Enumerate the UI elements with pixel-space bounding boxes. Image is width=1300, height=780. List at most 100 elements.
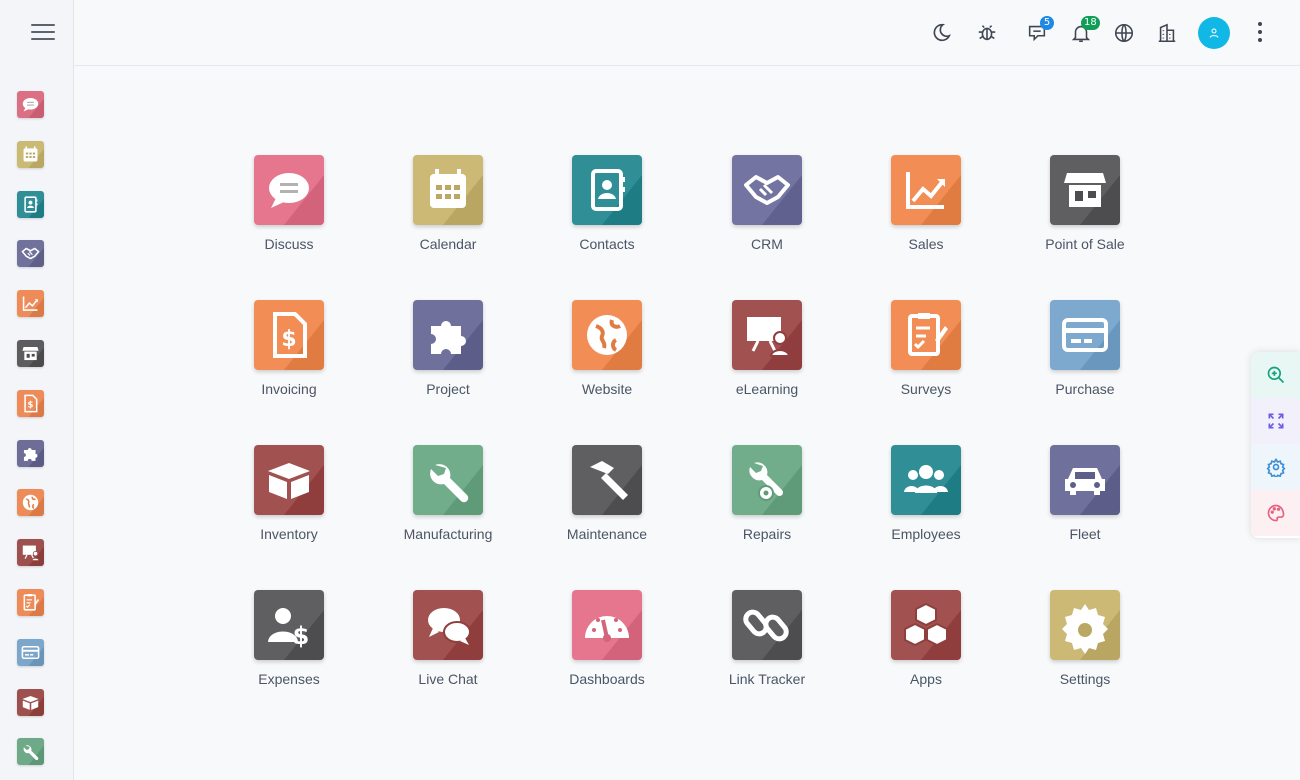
invoice-icon: $: [254, 300, 324, 370]
app-label: Website: [581, 381, 633, 397]
app-tile-point-of-sale[interactable]: Point of Sale: [1015, 155, 1155, 252]
sidebar-item-discuss[interactable]: [17, 91, 44, 118]
notifications-count-badge: 18: [1081, 16, 1100, 30]
messages-icon[interactable]: 5: [1024, 16, 1054, 46]
user-avatar[interactable]: [1198, 17, 1230, 49]
app-label: Maintenance: [566, 526, 648, 542]
app-tile-settings[interactable]: Settings: [1015, 590, 1155, 687]
box-icon: [254, 445, 324, 515]
sidebar-item-point-of-sale[interactable]: [17, 340, 44, 367]
chat-bubble-icon: [254, 155, 324, 225]
app-label: eLearning: [735, 381, 799, 397]
svg-text:$: $: [281, 327, 296, 352]
more-options-icon[interactable]: [1254, 22, 1266, 44]
sidebar-item-invoicing[interactable]: $: [17, 389, 44, 417]
menu-toggle-icon[interactable]: [31, 24, 55, 44]
app-label: Dashboards: [569, 671, 645, 687]
app-tile-calendar[interactable]: Calendar: [378, 155, 518, 252]
fullscreen-icon[interactable]: [1251, 398, 1300, 444]
presentation-icon: [732, 300, 802, 370]
app-label: Expenses: [258, 671, 320, 687]
app-tile-live-chat[interactable]: Live Chat: [378, 590, 518, 687]
link-icon: [732, 590, 802, 660]
app-tile-invoicing[interactable]: $ Invoicing: [219, 300, 359, 397]
handshake-icon: [732, 155, 802, 225]
app-tile-maintenance[interactable]: Maintenance: [537, 445, 677, 542]
app-tile-link-tracker[interactable]: Link Tracker: [697, 590, 837, 687]
hammer-icon: [572, 445, 642, 515]
app-tile-elearning[interactable]: eLearning: [697, 300, 837, 397]
company-building-icon[interactable]: [1154, 20, 1180, 46]
trend-chart-icon: [891, 155, 961, 225]
app-tile-surveys[interactable]: Surveys: [856, 300, 996, 397]
car-icon: [1050, 445, 1120, 515]
sidebar-item-website[interactable]: [17, 489, 44, 517]
app-label: Repairs: [742, 526, 792, 542]
sidebar-item-sales[interactable]: [17, 290, 44, 318]
app-tile-dashboards[interactable]: Dashboards: [537, 590, 677, 687]
sidebar-item-elearning[interactable]: [17, 539, 44, 567]
sidebar-item-inventory[interactable]: [17, 688, 44, 716]
app-tile-discuss[interactable]: Discuss: [219, 155, 359, 252]
sidebar-item-manufacturing[interactable]: [17, 738, 44, 766]
sidebar-item-project[interactable]: [17, 439, 44, 467]
app-label: Discuss: [264, 236, 314, 252]
sidebar-item-purchase[interactable]: [17, 638, 44, 666]
app-label: Surveys: [900, 381, 952, 397]
app-label: Apps: [910, 671, 942, 687]
sidebar-item-calendar[interactable]: [17, 140, 44, 168]
app-label: Point of Sale: [1045, 236, 1125, 252]
app-tile-project[interactable]: Project: [378, 300, 518, 397]
app-label: Inventory: [260, 526, 318, 542]
app-label: Link Tracker: [728, 671, 806, 687]
app-tile-inventory[interactable]: Inventory: [219, 445, 359, 542]
app-tile-apps[interactable]: Apps: [856, 590, 996, 687]
app-label: Invoicing: [261, 381, 317, 397]
gauge-icon: [572, 590, 642, 660]
notifications-bell-icon[interactable]: 18: [1068, 16, 1100, 46]
theme-palette-icon[interactable]: [1251, 490, 1300, 536]
top-bar: 5 18: [74, 0, 1300, 66]
gear-icon: [1050, 590, 1120, 660]
app-tile-employees[interactable]: Employees: [856, 445, 996, 542]
store-icon: [1050, 155, 1120, 225]
app-label: Manufacturing: [403, 526, 493, 542]
app-tile-sales[interactable]: Sales: [856, 155, 996, 252]
app-tile-expenses[interactable]: $ Expenses: [219, 590, 359, 687]
credit-card-icon: [1050, 300, 1120, 370]
app-label: Sales: [908, 236, 944, 252]
app-tile-repairs[interactable]: Repairs: [697, 445, 837, 542]
dark-mode-moon-icon[interactable]: [928, 20, 954, 46]
svg-text:$: $: [28, 400, 34, 410]
wrench-icon: [413, 445, 483, 515]
user-dollar-icon: $: [254, 590, 324, 660]
app-tile-manufacturing[interactable]: Manufacturing: [378, 445, 518, 542]
sidebar-item-contacts[interactable]: [17, 190, 44, 218]
users-icon: [891, 445, 961, 515]
app-tile-contacts[interactable]: Contacts: [537, 155, 677, 252]
app-label: Contacts: [579, 236, 635, 252]
wrench-gear-icon: [732, 445, 802, 515]
app-label: Live Chat: [418, 671, 478, 687]
app-label: Project: [426, 381, 470, 397]
app-label: Purchase: [1055, 381, 1115, 397]
zoom-in-icon[interactable]: [1251, 352, 1300, 398]
sidebar-item-surveys[interactable]: [17, 589, 44, 616]
globe-icon: [572, 300, 642, 370]
settings-gear-icon[interactable]: [1251, 444, 1300, 490]
app-label: CRM: [751, 236, 783, 252]
cubes-icon: [891, 590, 961, 660]
app-label: Calendar: [419, 236, 477, 252]
sidebar-item-crm[interactable]: [17, 240, 44, 268]
language-globe-icon[interactable]: [1111, 20, 1137, 46]
floating-toolbar: [1251, 352, 1300, 538]
app-tile-website[interactable]: Website: [537, 300, 677, 397]
debug-bug-icon[interactable]: [974, 20, 1000, 46]
app-label: Employees: [891, 526, 961, 542]
app-tile-fleet[interactable]: Fleet: [1015, 445, 1155, 542]
address-book-icon: [572, 155, 642, 225]
calendar-icon: [413, 155, 483, 225]
app-tile-crm[interactable]: CRM: [697, 155, 837, 252]
clipboard-check-icon: [891, 300, 961, 370]
app-tile-purchase[interactable]: Purchase: [1015, 300, 1155, 397]
